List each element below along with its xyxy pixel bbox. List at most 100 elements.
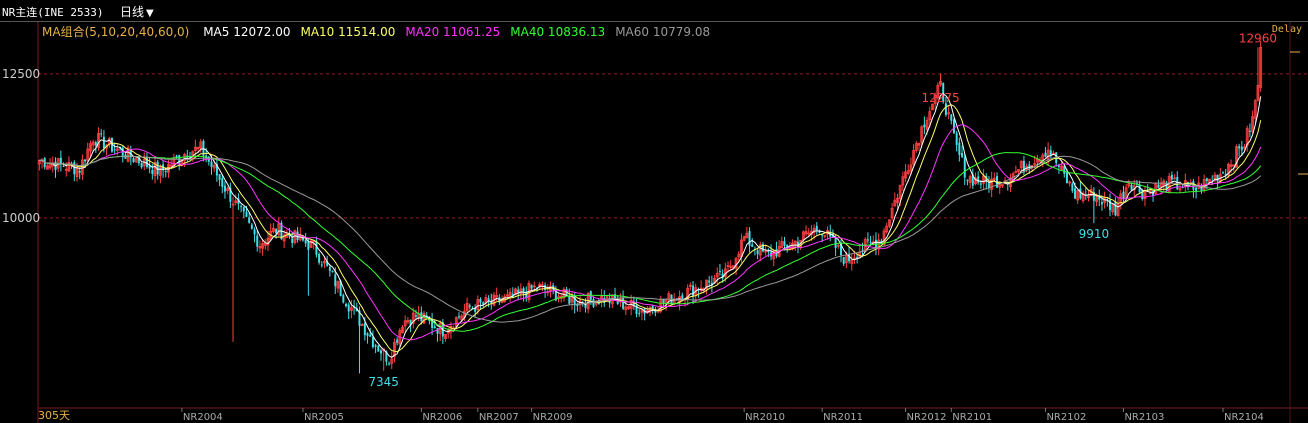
x-tick-label: NR2005	[304, 412, 344, 423]
candle-body	[1205, 178, 1208, 182]
candle-body	[218, 174, 221, 180]
candle-body	[479, 299, 482, 303]
candle-body	[458, 316, 461, 318]
candle-body	[874, 239, 877, 248]
candle-body	[388, 363, 391, 365]
candle-body	[708, 280, 711, 283]
ma-line-5	[39, 92, 1262, 359]
candle-body	[923, 124, 926, 128]
candle-body	[662, 299, 665, 303]
y-tick-label: 12500	[2, 67, 40, 81]
candle-body	[291, 238, 294, 243]
candle-body	[530, 285, 533, 289]
x-tick-label: NR2104	[1224, 412, 1264, 423]
candle-body	[59, 157, 62, 164]
candle-body	[363, 323, 366, 336]
candle-body	[345, 303, 348, 307]
candle-body	[1044, 152, 1047, 157]
candle-body	[1157, 184, 1160, 188]
candle-body	[94, 142, 97, 146]
candle-body	[334, 274, 337, 287]
candle-body	[1057, 165, 1060, 167]
candle-body	[245, 211, 248, 217]
x-tick-label: NR2103	[1124, 412, 1164, 423]
candle-body	[256, 235, 259, 247]
candle-body	[1221, 172, 1224, 174]
candle-body	[414, 315, 417, 317]
candle-body	[84, 159, 87, 162]
candle-body	[1170, 174, 1173, 180]
candle-body	[296, 231, 299, 240]
candle-body	[175, 155, 178, 158]
candle-body	[756, 250, 759, 254]
y-tick-label: 10000	[2, 211, 40, 225]
x-tick-label: NR2102	[1046, 412, 1086, 423]
candle-body	[240, 205, 243, 207]
candle-body	[979, 183, 982, 185]
candle-body	[304, 239, 307, 244]
candle-body	[487, 298, 490, 301]
candle-body	[253, 229, 256, 235]
candle-body	[842, 257, 845, 264]
candle-body	[242, 206, 245, 212]
candle-body	[950, 114, 953, 121]
candle-body	[963, 157, 966, 178]
candle-body	[307, 241, 310, 250]
candle-body	[718, 270, 721, 272]
candle-body	[1100, 202, 1103, 205]
candle-body	[869, 241, 872, 243]
candle-body	[1130, 184, 1133, 191]
candle-body	[952, 119, 955, 134]
candle-body	[210, 161, 213, 167]
candle-body	[221, 178, 224, 187]
price-annotation: 12960	[1239, 31, 1277, 45]
candle-body	[62, 166, 65, 168]
x-tick-label: NR2007	[479, 412, 519, 423]
candlestick-chart[interactable]: 12500 10000 NR2004 NR2005 NR2006 NR2007 NR2009…	[0, 0, 1308, 423]
candle-body	[164, 171, 167, 173]
candle-body	[866, 239, 869, 241]
candle-body	[958, 142, 961, 155]
price-annotation: 7345	[368, 375, 399, 389]
candle-body	[944, 103, 947, 115]
candle-body	[1195, 187, 1198, 191]
candle-body	[692, 285, 695, 297]
candle-body	[568, 295, 571, 304]
candle-body	[1240, 146, 1243, 151]
candle-body	[834, 237, 837, 249]
candle-body	[1248, 130, 1251, 132]
candle-body	[396, 339, 399, 343]
candle-body	[1114, 201, 1117, 216]
candle-body	[250, 224, 253, 229]
x-tick-label: NR2011	[823, 412, 863, 423]
bar-count-label: 305天	[38, 409, 70, 422]
candle-body	[113, 149, 116, 151]
candle-body	[783, 241, 786, 246]
candle-body	[151, 169, 154, 174]
candle-body	[331, 270, 334, 273]
candle-body	[1216, 174, 1219, 182]
candle-body	[767, 251, 770, 253]
candle-body	[955, 133, 958, 145]
candle-body	[638, 312, 641, 314]
x-tick-label: NR2010	[745, 412, 785, 423]
candle-body	[371, 337, 374, 348]
x-tick-label: NR2009	[533, 412, 573, 423]
candle-body	[223, 185, 226, 192]
candle-body	[347, 304, 350, 312]
candle-body	[433, 326, 436, 329]
candle-body	[468, 305, 471, 307]
candle-body	[861, 249, 864, 251]
price-annotation: 12275	[921, 91, 959, 105]
candle-body	[1122, 191, 1125, 199]
x-tick-label: NR2006	[422, 412, 462, 423]
candle-body	[132, 158, 135, 162]
candle-body	[73, 162, 76, 175]
candle-body	[622, 297, 625, 309]
candle-body	[961, 152, 964, 157]
price-annotation: 9910	[1079, 227, 1110, 241]
candle-body	[145, 156, 148, 168]
candle-body	[1074, 188, 1077, 199]
candle-body	[248, 217, 251, 223]
candle-body	[1079, 188, 1082, 199]
